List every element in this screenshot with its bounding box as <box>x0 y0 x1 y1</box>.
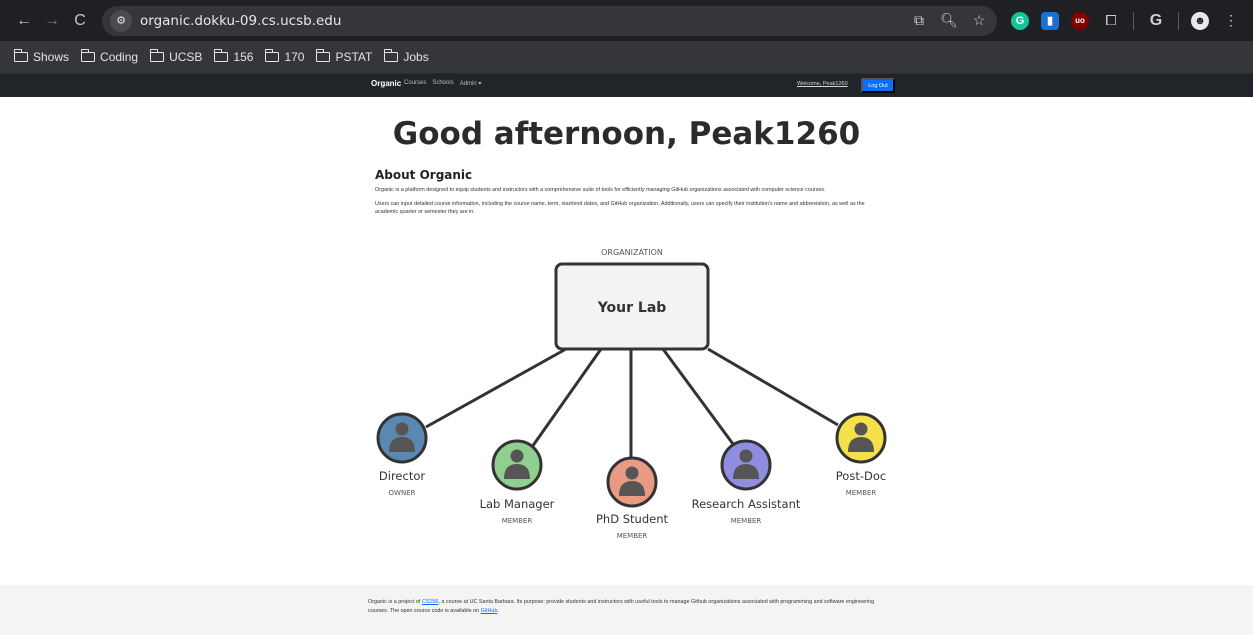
role-name: Post-Doc <box>836 469 886 483</box>
page-footer: Organic is a project of CS156, a course … <box>0 585 1253 635</box>
role-name: PhD Student <box>596 512 668 526</box>
role-type: MEMBER <box>617 532 648 540</box>
role-type: OWNER <box>389 489 416 497</box>
org-name: Your Lab <box>597 300 667 316</box>
role-research-assistant: Research Assistant MEMBER <box>692 439 801 525</box>
org-diagram: ORGANIZATION Your Lab Director OWNER Lab… <box>376 248 887 540</box>
footer-text: Organic is a project of CS156, a course … <box>368 599 875 614</box>
role-name: Director <box>379 469 425 483</box>
connector-research-assistant <box>661 348 735 445</box>
person-icon <box>739 449 753 463</box>
person-icon <box>510 449 524 463</box>
role-name: Lab Manager <box>480 497 555 511</box>
role-name: Research Assistant <box>692 497 801 511</box>
cs156-link[interactable]: CS156 <box>422 599 438 605</box>
github-link[interactable]: GitHub <box>481 608 498 614</box>
person-icon <box>395 422 409 436</box>
connector-director <box>425 347 567 429</box>
role-lab-manager: Lab Manager MEMBER <box>480 439 555 525</box>
role-type: MEMBER <box>502 517 533 525</box>
connector-post-doc <box>707 347 839 427</box>
role-director: Director OWNER <box>376 412 428 497</box>
role-phd-student: PhD Student MEMBER <box>596 456 668 540</box>
role-post-doc: Post-Doc MEMBER <box>835 412 887 497</box>
connector-lines <box>425 347 839 457</box>
role-type: MEMBER <box>846 489 877 497</box>
person-icon <box>625 466 639 480</box>
org-label: ORGANIZATION <box>601 248 663 257</box>
role-type: MEMBER <box>731 517 762 525</box>
person-icon <box>854 422 868 436</box>
